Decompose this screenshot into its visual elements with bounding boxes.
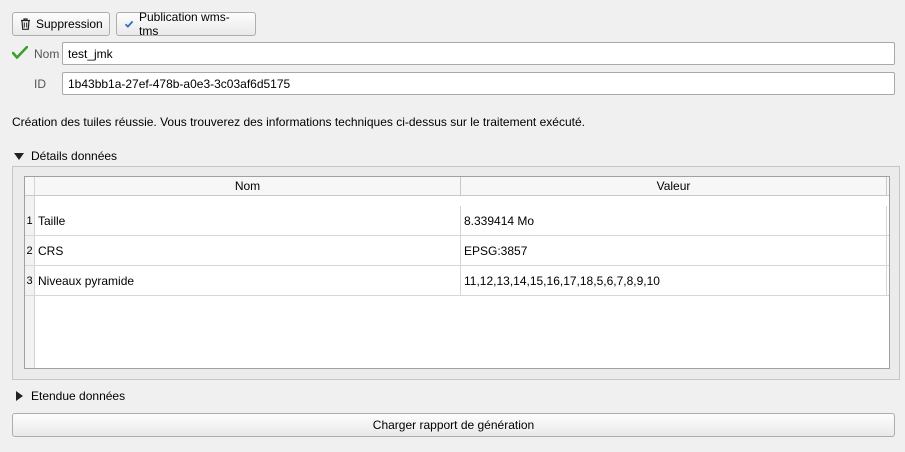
table-header: Nom Valeur: [25, 177, 889, 196]
column-header-value[interactable]: Valeur: [461, 177, 887, 195]
expanded-arrow-icon: [14, 152, 24, 160]
cell-name[interactable]: Niveaux pyramide: [35, 266, 461, 295]
trash-icon: [20, 18, 31, 30]
id-field[interactable]: 1b43bb1a-27ef-478b-a0e3-3c03af6d5175: [62, 72, 895, 95]
row-number: 1: [25, 206, 35, 235]
name-field[interactable]: test_jmk: [62, 42, 895, 65]
name-field-value: test_jmk: [68, 46, 113, 61]
cell-name[interactable]: Taille: [35, 206, 461, 235]
extent-section-toggle[interactable]: Etendue données: [14, 389, 125, 403]
status-message: Création des tuiles réussie. Vous trouve…: [12, 115, 585, 129]
cell-value[interactable]: EPSG:3857: [461, 236, 887, 265]
cell-value[interactable]: 8.339414 Mo: [461, 206, 887, 235]
name-label: Nom: [34, 47, 60, 61]
table-row[interactable]: 3 Niveaux pyramide 11,12,13,14,15,16,17,…: [25, 266, 889, 296]
delete-button[interactable]: Suppression: [12, 12, 110, 36]
collapsed-arrow-icon: [16, 391, 23, 401]
extent-section-title: Etendue données: [31, 389, 126, 403]
details-table: Nom Valeur 1 Taille 8.339414 Mo 2 CRS EP…: [24, 176, 890, 369]
cell-name[interactable]: CRS: [35, 236, 461, 265]
checkmark-icon: [124, 19, 134, 29]
column-header-name[interactable]: Nom: [35, 177, 461, 195]
delete-button-label: Suppression: [36, 17, 103, 31]
valid-check-icon: [11, 45, 29, 62]
table-row[interactable]: 1 Taille 8.339414 Mo: [25, 206, 889, 236]
cell-value[interactable]: 11,12,13,14,15,16,17,18,5,6,7,8,9,10: [461, 266, 887, 295]
row-number: 3: [25, 266, 35, 295]
id-label: ID: [34, 77, 46, 91]
load-report-button-label: Charger rapport de génération: [372, 418, 535, 432]
id-field-value: 1b43bb1a-27ef-478b-a0e3-3c03af6d5175: [68, 76, 291, 91]
load-report-button[interactable]: Charger rapport de génération: [12, 413, 895, 437]
details-group: Nom Valeur 1 Taille 8.339414 Mo 2 CRS EP…: [12, 166, 900, 380]
publish-button-label: Publication wms-tms: [139, 10, 230, 38]
row-number: 2: [25, 236, 35, 265]
details-section-toggle[interactable]: Détails données: [14, 149, 117, 163]
table-row[interactable]: 2 CRS EPSG:3857: [25, 236, 889, 266]
details-section-title: Détails données: [31, 149, 118, 163]
table-corner: [25, 177, 35, 195]
publish-button[interactable]: Publication wms-tms: [116, 10, 256, 38]
